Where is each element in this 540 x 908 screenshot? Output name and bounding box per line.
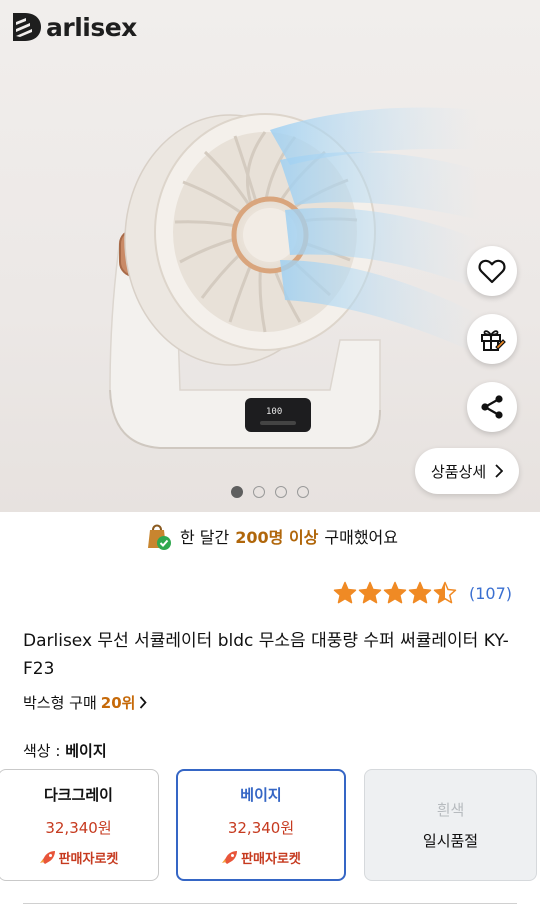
product-detail-label: 상품상세 bbox=[431, 462, 487, 481]
category-rank[interactable]: 박스형 구매 20위 bbox=[23, 692, 148, 713]
carousel-dot[interactable] bbox=[253, 486, 265, 498]
brand-name: arlisex bbox=[46, 12, 137, 42]
option-dark-gray[interactable]: 다크그레이 32,340원 판매자로켓 bbox=[0, 769, 159, 881]
selected-color: 베이지 bbox=[65, 742, 107, 760]
review-count[interactable]: (107) bbox=[469, 584, 512, 603]
carousel-dot[interactable] bbox=[275, 486, 287, 498]
option-white[interactable]: 흰색 일시품절 bbox=[364, 769, 537, 881]
share-button[interactable] bbox=[467, 382, 517, 432]
chevron-right-icon bbox=[495, 464, 504, 478]
banner-prefix: 한 달간 bbox=[180, 528, 230, 547]
star-rating-icon bbox=[333, 581, 457, 604]
fan-product-image: 100 bbox=[109, 107, 480, 449]
wishlist-button[interactable] bbox=[467, 246, 517, 296]
seller-rocket-badge: 판매자로켓 bbox=[221, 848, 301, 867]
heart-icon bbox=[478, 259, 506, 284]
brand-d-icon bbox=[13, 13, 41, 41]
carousel-dot[interactable] bbox=[297, 486, 309, 498]
brand-logo: arlisex bbox=[10, 10, 137, 44]
option-price: 32,340원 bbox=[227, 818, 295, 837]
carousel-dot[interactable] bbox=[231, 486, 243, 498]
rocket-icon bbox=[222, 851, 238, 864]
banner-highlight: 200명 이상 bbox=[235, 528, 319, 547]
rocket-label: 판매자로켓 bbox=[58, 851, 119, 867]
color-options: 다크그레이 32,340원 판매자로켓 베이지 32,340원 판매자로켓 흰색… bbox=[0, 769, 540, 881]
color-selection-label: 색상 : 베이지 bbox=[23, 740, 107, 761]
seller-rocket-badge: 판매자로켓 bbox=[39, 848, 119, 867]
option-name: 흰색 bbox=[436, 801, 465, 819]
rank-category: 박스형 구매 bbox=[23, 694, 97, 712]
rocket-label: 판매자로켓 bbox=[241, 851, 301, 867]
purchase-count-banner: 한 달간 200명 이상 구매했어요 bbox=[0, 516, 540, 556]
rocket-icon bbox=[39, 851, 55, 864]
banner-suffix: 구매했어요 bbox=[324, 528, 398, 547]
option-name: 다크그레이 bbox=[43, 785, 113, 804]
carousel-indicator bbox=[0, 486, 540, 498]
rank-position: 20위 bbox=[100, 694, 136, 712]
product-image-carousel[interactable]: arlisex 100 상품상세 bbox=[0, 0, 540, 512]
option-name: 베이지 bbox=[240, 785, 282, 804]
option-beige[interactable]: 베이지 32,340원 판매자로켓 bbox=[176, 769, 346, 881]
product-title: Darlisex 무선 서큘레이터 bldc 무소음 대풍량 수퍼 써큘레이터 … bbox=[23, 631, 509, 679]
gift-button[interactable] bbox=[467, 314, 517, 364]
shopping-bag-icon bbox=[148, 524, 171, 550]
option-price: 32,340원 bbox=[45, 818, 112, 837]
svg-text:100: 100 bbox=[266, 407, 282, 417]
divider bbox=[23, 903, 517, 904]
share-icon bbox=[481, 395, 503, 419]
chevron-right-icon bbox=[140, 696, 148, 709]
option-stock-status: 일시품절 bbox=[422, 832, 479, 850]
product-rating[interactable]: (107) bbox=[333, 581, 512, 605]
color-label-text: 색상 : bbox=[23, 742, 61, 760]
gift-icon bbox=[481, 330, 506, 351]
